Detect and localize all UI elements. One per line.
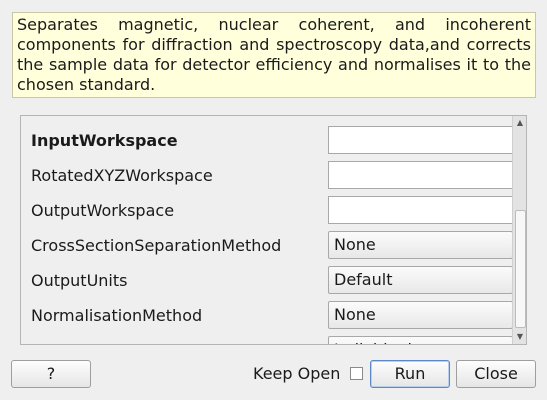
scroll-down-icon[interactable]: ▼ bbox=[513, 330, 526, 344]
property-row-normalisation-method: NormalisationMethod None bbox=[21, 301, 513, 331]
help-button[interactable]: ? bbox=[11, 360, 91, 388]
property-row-output-treatment: OutputTreatment Individual bbox=[21, 336, 513, 344]
rotated-xyz-workspace-input[interactable] bbox=[328, 161, 513, 189]
property-label: CrossSectionSeparationMethod bbox=[31, 236, 282, 255]
scroll-up-icon[interactable]: ▲ bbox=[513, 116, 526, 130]
property-row-output-units: OutputUnits Default bbox=[21, 266, 513, 296]
scroll-thumb[interactable] bbox=[515, 210, 526, 328]
close-button[interactable]: Close bbox=[456, 360, 536, 388]
run-button[interactable]: Run bbox=[370, 360, 450, 388]
cross-section-separation-method-dropdown[interactable]: None bbox=[328, 231, 513, 259]
property-label: InputWorkspace bbox=[31, 131, 178, 150]
algorithm-description: Separates magnetic, nuclear coherent, an… bbox=[12, 12, 536, 98]
property-label: NormalisationMethod bbox=[31, 306, 203, 325]
input-workspace-input[interactable] bbox=[328, 126, 513, 154]
property-row-cross-section-separation-method: CrossSectionSeparationMethod None bbox=[21, 231, 513, 261]
property-row-rotated-xyz-workspace: RotatedXYZWorkspace bbox=[21, 161, 513, 191]
keep-open-label: Keep Open bbox=[253, 364, 341, 383]
property-label: OutputUnits bbox=[31, 271, 128, 290]
output-units-dropdown[interactable]: Default bbox=[328, 266, 513, 294]
property-row-input-workspace: InputWorkspace bbox=[21, 126, 513, 156]
property-label: OutputWorkspace bbox=[31, 201, 175, 220]
output-treatment-dropdown[interactable]: Individual bbox=[328, 336, 513, 344]
property-label: RotatedXYZWorkspace bbox=[31, 166, 213, 185]
normalisation-method-dropdown[interactable]: None bbox=[328, 301, 513, 329]
properties-scrollbar[interactable]: ▲ ▼ bbox=[512, 116, 526, 344]
output-workspace-input[interactable] bbox=[328, 196, 513, 224]
properties-panel: InputWorkspace RotatedXYZWorkspace OutputW… bbox=[20, 115, 527, 345]
keep-open-checkbox[interactable] bbox=[350, 367, 363, 380]
property-label: OutputTreatment bbox=[31, 340, 168, 344]
property-row-output-workspace: OutputWorkspace bbox=[21, 196, 513, 226]
